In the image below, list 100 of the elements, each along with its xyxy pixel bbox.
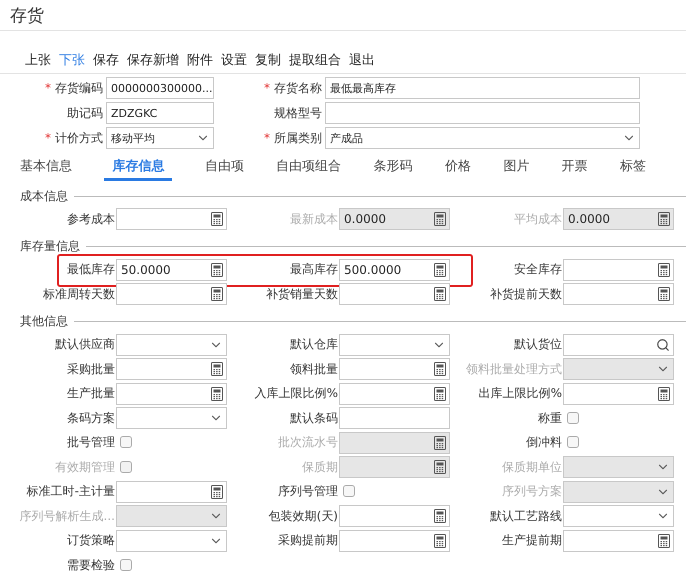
toolbar-button[interactable]: 退出 bbox=[346, 51, 378, 69]
tab[interactable]: 开票 bbox=[562, 155, 588, 181]
toolbar-button[interactable]: 保存新增 bbox=[124, 51, 182, 69]
field-label: 默认仓库 bbox=[289, 336, 339, 354]
input-field[interactable] bbox=[116, 382, 227, 405]
input-field[interactable] bbox=[563, 530, 674, 552]
input-field[interactable] bbox=[339, 358, 450, 380]
checkbox[interactable] bbox=[120, 558, 132, 571]
calculator-icon[interactable] bbox=[434, 362, 446, 376]
input-field[interactable] bbox=[116, 480, 227, 503]
dropdown-field[interactable] bbox=[116, 334, 227, 356]
input-field[interactable] bbox=[563, 258, 674, 281]
dropdown-field[interactable] bbox=[339, 334, 450, 356]
dropdown-field[interactable]: 产成品 bbox=[325, 127, 640, 149]
field-label: 采购批量 bbox=[66, 360, 116, 378]
toolbar-button[interactable]: 设置 bbox=[218, 51, 250, 69]
field-label: 采购提前期 bbox=[277, 532, 339, 550]
field-label: 序列号管理 bbox=[277, 483, 339, 500]
checkbox[interactable] bbox=[567, 412, 579, 424]
field-label: 倒冲料 bbox=[525, 434, 563, 452]
toolbar-button[interactable]: 保存 bbox=[90, 51, 122, 69]
field-label: 默认供应商 bbox=[54, 336, 116, 354]
field-label: 称重 bbox=[537, 410, 563, 427]
field-label: * 存货编码 bbox=[44, 80, 104, 96]
toolbar-button[interactable]: 提取组合 bbox=[286, 51, 344, 69]
input-field[interactable] bbox=[339, 530, 450, 552]
search-icon[interactable] bbox=[656, 338, 670, 352]
field-label: 标准周转天数 bbox=[42, 286, 116, 303]
tab[interactable]: 自由项 bbox=[204, 155, 244, 181]
calculator-icon[interactable] bbox=[434, 287, 446, 302]
input-field[interactable] bbox=[339, 283, 450, 306]
dropdown-field[interactable] bbox=[116, 530, 227, 552]
input-field[interactable] bbox=[116, 283, 227, 306]
input-field[interactable] bbox=[339, 407, 450, 430]
field-label: 规格型号 bbox=[273, 104, 323, 122]
input-field[interactable] bbox=[339, 382, 450, 405]
calculator-icon[interactable] bbox=[211, 362, 223, 376]
input-field[interactable] bbox=[116, 208, 227, 230]
calculator-icon[interactable] bbox=[434, 386, 446, 401]
field-label: 有效期管理 bbox=[54, 458, 116, 476]
input-field[interactable]: 50.0000 bbox=[116, 258, 227, 281]
input-field[interactable]: 0000000300000... bbox=[106, 77, 214, 99]
checkbox[interactable] bbox=[567, 436, 579, 448]
tab[interactable]: 价格 bbox=[444, 155, 471, 181]
field-label: 安全库存 bbox=[513, 261, 563, 278]
field-label: 序列号解析生成... bbox=[18, 508, 116, 525]
checkbox[interactable] bbox=[120, 436, 132, 448]
field-label: 保质期单位 bbox=[501, 458, 563, 476]
input-field[interactable] bbox=[563, 334, 674, 356]
field-label: 标准工时-主计量 bbox=[26, 483, 116, 500]
field-label: 批次流水号 bbox=[277, 434, 339, 452]
field-label: * 计价方式 bbox=[44, 130, 104, 146]
dropdown-field[interactable] bbox=[116, 407, 227, 430]
calculator-icon[interactable] bbox=[658, 287, 670, 302]
calculator-icon[interactable] bbox=[211, 484, 223, 499]
calculator-icon[interactable] bbox=[658, 262, 670, 277]
toolbar-button[interactable]: 复制 bbox=[252, 51, 284, 69]
calculator-icon[interactable] bbox=[211, 287, 223, 302]
calculator-icon[interactable] bbox=[658, 386, 670, 401]
tab[interactable]: 条形码 bbox=[374, 155, 412, 181]
toolbar-button[interactable]: 附件 bbox=[184, 51, 216, 69]
field-label: 补货销量天数 bbox=[265, 286, 339, 303]
section-title: 库存量信息 bbox=[20, 238, 80, 255]
calculator-icon[interactable] bbox=[434, 534, 446, 548]
field-label: 订货策略 bbox=[66, 532, 116, 550]
calculator-icon[interactable] bbox=[211, 262, 223, 277]
tab[interactable]: 库存信息 bbox=[104, 155, 172, 181]
input-field[interactable] bbox=[563, 382, 674, 405]
input-field[interactable] bbox=[116, 358, 227, 380]
field-label: 条码方案 bbox=[66, 410, 116, 427]
field-label: 生产批量 bbox=[66, 385, 116, 402]
tab[interactable]: 图片 bbox=[503, 155, 530, 181]
field-label: * 所属类别 bbox=[263, 130, 323, 146]
field-label: 入库上限比例% bbox=[254, 385, 339, 402]
window-title: 存货 bbox=[10, 6, 44, 26]
dropdown-field[interactable]: 移动平均 bbox=[106, 127, 214, 149]
input-field[interactable] bbox=[339, 505, 450, 528]
tab[interactable]: 基本信息 bbox=[20, 155, 72, 181]
input-field[interactable]: 最低最高库存 bbox=[325, 77, 640, 99]
field-label: 生产提前期 bbox=[501, 532, 563, 550]
tab[interactable]: 自由项组合 bbox=[276, 155, 342, 181]
field-label: 最新成本 bbox=[289, 210, 339, 228]
input-field[interactable] bbox=[325, 102, 640, 124]
calculator-icon[interactable] bbox=[434, 509, 446, 524]
calculator-icon[interactable] bbox=[434, 262, 446, 277]
tab[interactable]: 标签 bbox=[620, 155, 646, 181]
field-label: 最高库存 bbox=[289, 261, 339, 278]
toolbar-button[interactable]: 上张 bbox=[22, 51, 54, 69]
input-field[interactable]: ZDZGKC bbox=[106, 102, 214, 124]
input-field[interactable]: 500.0000 bbox=[339, 258, 450, 281]
field-label: * 存货名称 bbox=[263, 80, 323, 96]
dropdown-field[interactable] bbox=[563, 505, 674, 528]
field-label: 最低库存 bbox=[66, 261, 116, 278]
toolbar-button[interactable]: 下张 bbox=[56, 51, 88, 69]
checkbox[interactable] bbox=[343, 485, 355, 498]
calculator-icon[interactable] bbox=[211, 212, 223, 226]
field-label: 平均成本 bbox=[513, 210, 563, 228]
calculator-icon[interactable] bbox=[658, 534, 670, 548]
calculator-icon[interactable] bbox=[211, 386, 223, 401]
input-field[interactable] bbox=[563, 283, 674, 306]
